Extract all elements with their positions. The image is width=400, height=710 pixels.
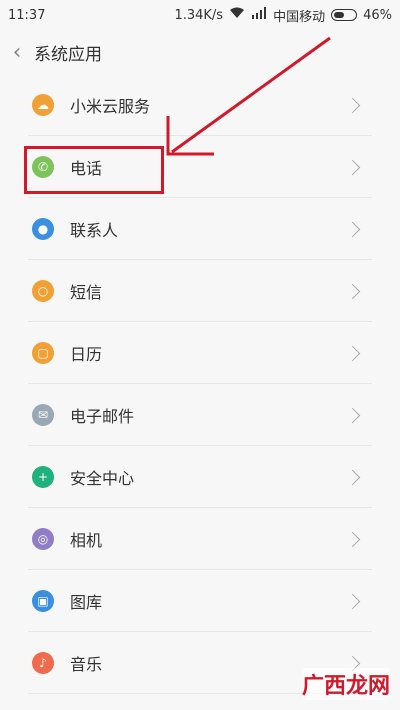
page-title: 系统应用 xyxy=(34,44,102,65)
page-header: ‹ 系统应用 xyxy=(0,30,400,74)
list-item-label: 联系人 xyxy=(70,221,119,240)
list-item[interactable]: ☁ 小米云服务 xyxy=(0,74,400,136)
list-item-label: 日历 xyxy=(70,345,103,364)
status-time: 11:37 xyxy=(8,7,46,23)
list-item[interactable]: ▢ 日历 xyxy=(0,322,400,384)
message-icon: ○ xyxy=(32,280,54,302)
wifi-icon xyxy=(229,7,245,23)
camera-icon: ◎ xyxy=(32,528,54,550)
carrier-name: 中国移动 xyxy=(273,9,326,25)
network-speed: 1.34K/s xyxy=(174,7,224,23)
back-button[interactable]: ‹ xyxy=(0,30,34,74)
chevron-right-icon xyxy=(344,469,361,485)
list-item-label: 图库 xyxy=(70,593,103,612)
list-item-label: 安全中心 xyxy=(70,469,135,488)
cloud-icon: ☁ xyxy=(32,94,54,116)
chevron-right-icon xyxy=(344,593,361,609)
list-item-label: 小米云服务 xyxy=(70,97,151,116)
list-item[interactable]: ● 联系人 xyxy=(0,198,400,260)
list-item[interactable]: ◎ 相机 xyxy=(0,508,400,570)
battery-level: 46% xyxy=(363,7,392,23)
mail-icon: ✉ xyxy=(32,404,54,426)
calendar-icon: ▢ xyxy=(32,342,54,364)
chevron-right-icon xyxy=(344,283,361,299)
person-icon: ● xyxy=(32,218,54,240)
list-item[interactable]: + 安全中心 xyxy=(0,446,400,508)
gallery-icon: ▣ xyxy=(32,590,54,612)
list-item[interactable]: ▣ 图库 xyxy=(0,570,400,632)
list-item[interactable]: ✉ 电子邮件 xyxy=(0,384,400,446)
battery-icon xyxy=(331,9,358,21)
chevron-right-icon xyxy=(344,531,361,547)
chevron-right-icon xyxy=(344,221,361,237)
list-item-label: 短信 xyxy=(70,283,103,302)
chevron-right-icon xyxy=(344,159,361,175)
status-bar: 11:37 1.34K/s 中国移动 46% xyxy=(0,0,400,30)
list-item[interactable]: ○ 短信 xyxy=(0,260,400,322)
annotation-highlight-box xyxy=(24,146,164,194)
music-icon: ♪ xyxy=(32,652,54,674)
chevron-left-icon: ‹ xyxy=(12,39,22,65)
chevron-right-icon xyxy=(344,407,361,423)
shield-icon: + xyxy=(32,466,54,488)
chevron-right-icon xyxy=(344,97,361,113)
list-item-label: 电子邮件 xyxy=(70,407,135,426)
signal-icon xyxy=(251,7,267,23)
watermark: 广西龙网 xyxy=(301,668,390,700)
chevron-right-icon xyxy=(344,345,361,361)
status-right: 1.34K/s 中国移动 46% xyxy=(174,6,392,25)
list-item-label: 相机 xyxy=(70,531,103,550)
